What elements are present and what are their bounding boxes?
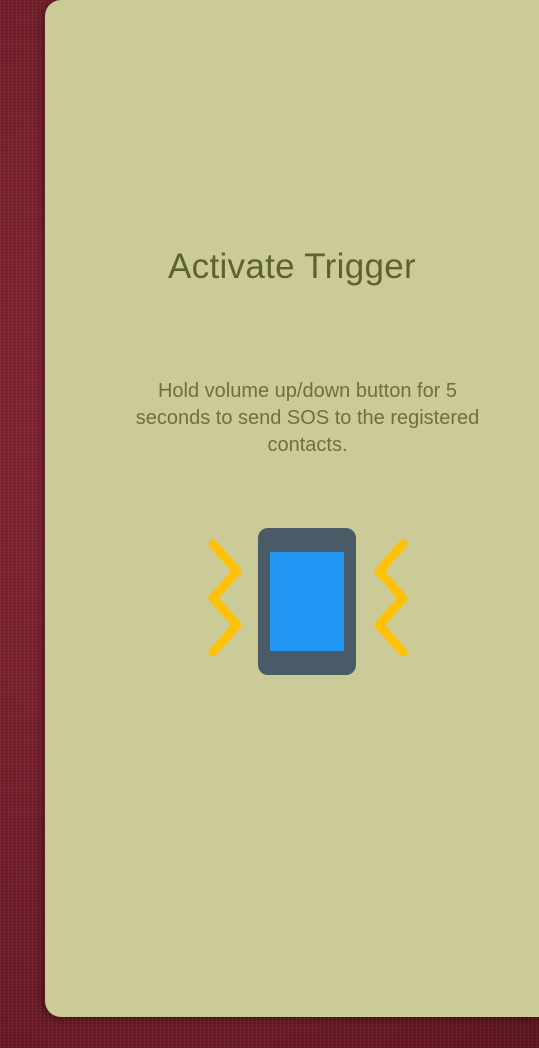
phone-screen xyxy=(270,552,344,651)
vibration-lines-left xyxy=(208,539,242,657)
trigger-card: Activate Trigger Hold volume up/down but… xyxy=(45,0,539,1017)
page-title: Activate Trigger xyxy=(168,247,416,286)
vibration-lines-right xyxy=(374,539,408,657)
instruction-text: Hold volume up/down button for 5 seconds… xyxy=(135,380,480,456)
vibrating-phone-icon xyxy=(205,526,415,678)
